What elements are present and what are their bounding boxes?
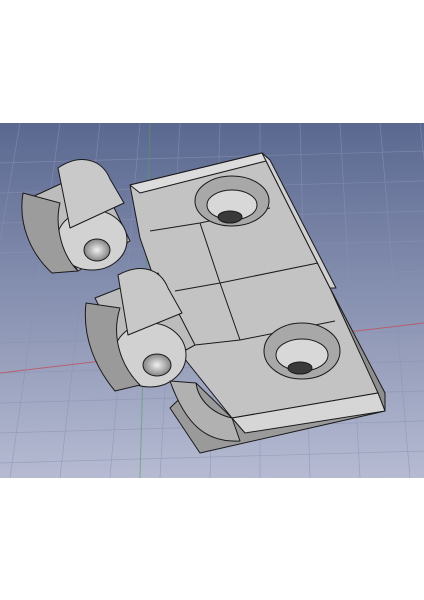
upper-knuckle-hole	[83, 238, 111, 262]
screw-hole-lower	[263, 322, 341, 380]
screw-hole-upper	[194, 175, 270, 227]
viewport-canvas[interactable]	[0, 123, 424, 478]
lower-knuckle-hole	[142, 353, 172, 377]
3d-cad-viewport[interactable]	[0, 123, 424, 478]
